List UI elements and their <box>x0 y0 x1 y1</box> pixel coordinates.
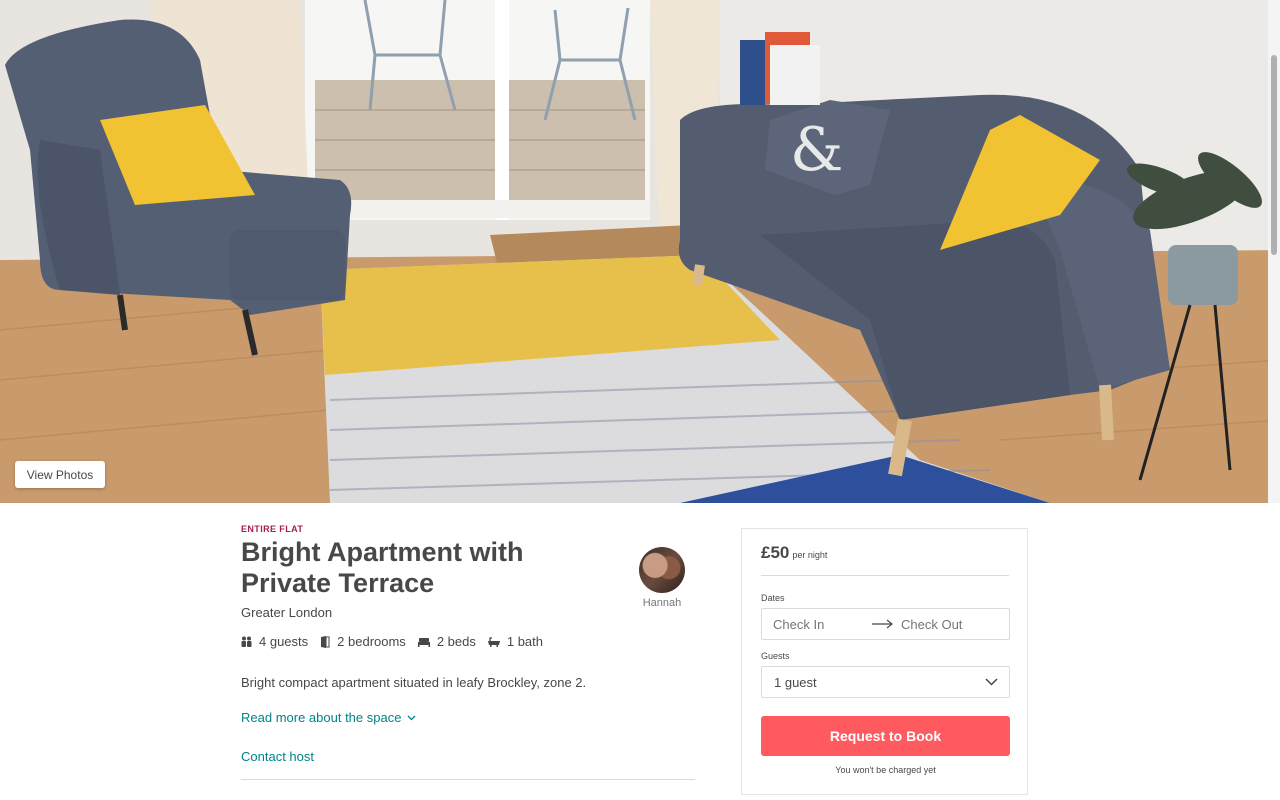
living-room-photo: & <box>0 0 1280 503</box>
nightly-price: £50 <box>761 543 790 562</box>
amenities-summary: 4 guests 2 bedrooms 2 beds 1 bath <box>241 634 695 649</box>
contact-host-link[interactable]: Contact host <box>241 749 695 764</box>
guests-icon <box>241 636 252 647</box>
amenity-beds: 2 beds <box>417 634 476 649</box>
chevron-down-icon[interactable] <box>985 678 998 686</box>
card-divider <box>761 575 1009 576</box>
check-out-field[interactable]: Check Out <box>901 617 962 632</box>
check-in-field[interactable]: Check In <box>773 617 865 632</box>
host-name[interactable]: Hannah <box>629 597 695 609</box>
bathtub-icon <box>487 636 500 647</box>
arrow-right-icon <box>872 619 893 629</box>
amenity-guests: 4 guests <box>241 634 308 649</box>
bedroom-door-icon <box>321 635 330 648</box>
booking-card: £50 per night Dates Check In Check Out G… <box>741 528 1028 795</box>
date-range-picker[interactable]: Check In Check Out <box>761 608 1010 640</box>
guests-select[interactable]: 1 guest <box>761 666 1010 698</box>
read-more-link[interactable]: Read more about the space <box>241 710 416 725</box>
host-avatar[interactable] <box>639 547 685 593</box>
read-more-label[interactable]: Read more about the space <box>241 710 401 725</box>
view-photos-button[interactable]: View Photos <box>15 461 105 488</box>
guests-label: Guests <box>761 651 790 661</box>
guests-value[interactable]: 1 guest <box>774 675 817 690</box>
amenity-baths-label: 1 bath <box>506 634 544 649</box>
amenity-guests-label: 4 guests <box>259 634 309 649</box>
listing-details: Entire Flat Bright Apartment with Privat… <box>241 522 695 780</box>
scrollbar-thumb[interactable] <box>1271 55 1277 255</box>
host-profile[interactable]: Hannah <box>639 547 685 609</box>
price-row: £50 per night <box>761 543 827 563</box>
bed-icon <box>417 637 430 647</box>
amenity-beds-label: 2 beds <box>436 634 476 649</box>
svg-text:&: & <box>790 115 843 185</box>
per-night-label: per night <box>792 550 828 560</box>
no-charge-note: You won't be charged yet <box>835 765 936 775</box>
dates-label: Dates <box>761 593 785 603</box>
section-divider <box>241 779 695 780</box>
amenity-baths: 1 bath <box>487 634 544 649</box>
amenity-bedrooms-label: 2 bedrooms <box>337 634 406 649</box>
listing-title: Bright Apartment with Private Terrace <box>241 537 524 598</box>
listing-summary: Bright compact apartment situated in lea… <box>241 675 587 690</box>
room-type-label: Entire Flat <box>241 524 304 534</box>
request-to-book-button[interactable]: Request to Book <box>761 716 1010 756</box>
hero-photo[interactable]: & View Photos <box>0 0 1280 503</box>
chevron-down-icon[interactable] <box>407 715 416 721</box>
listing-location[interactable]: Greater London <box>241 605 695 620</box>
amenity-bedrooms: 2 bedrooms <box>320 634 406 649</box>
